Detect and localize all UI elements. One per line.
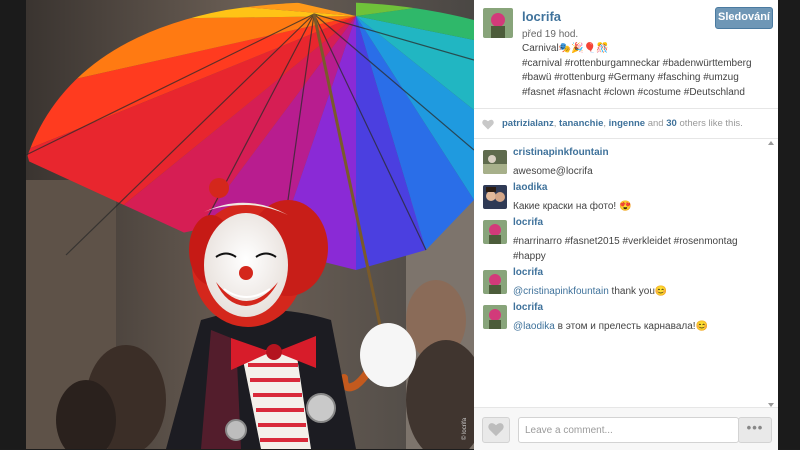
likes-count[interactable]: 30 xyxy=(666,118,677,129)
comment-text: #narrinarro #fasnet2015 #verkleidet #ros… xyxy=(513,236,738,262)
comment-mention[interactable]: @cristinapinkfountain xyxy=(513,286,609,297)
like-button[interactable] xyxy=(482,417,510,443)
comments-list: cristinapinkfountain awesome@locrifa lao… xyxy=(474,139,778,407)
post-side-panel: locrifa Sledování před 19 hod. Carnival🎭… xyxy=(474,0,778,450)
scroll-up-arrow-icon[interactable] xyxy=(768,141,774,145)
left-backdrop xyxy=(0,0,26,449)
right-backdrop xyxy=(778,0,800,449)
liker-1[interactable]: patrizialanz xyxy=(502,118,554,129)
commenter-avatar[interactable] xyxy=(483,185,507,209)
comment-username[interactable]: locrifa xyxy=(513,217,543,228)
post-photo[interactable]: © locrifa xyxy=(26,0,474,449)
comment-text: @cristinapinkfountain thank you😊 xyxy=(513,284,763,299)
author-avatar[interactable] xyxy=(483,8,513,38)
comment-input[interactable] xyxy=(518,417,739,443)
likes-text: patrizialanz, tananchie, ingenne and 30 … xyxy=(502,118,743,129)
comment-footer: ••• xyxy=(474,407,778,450)
caption-tags: #carnival #rottenburgamneckar #badenwürt… xyxy=(522,57,752,98)
comment-text: @laodika в этом и прелесть карнавала!😊 xyxy=(513,319,763,334)
comment-text: awesome@locrifa xyxy=(513,166,593,177)
post-caption: Carnival🎭🎉🎈🎊 #carnival #rottenburgamneck… xyxy=(522,42,772,100)
follow-button[interactable]: Sledování xyxy=(715,7,773,29)
likes-and: and xyxy=(647,118,664,129)
commenter-avatar[interactable] xyxy=(483,150,507,174)
comment-username[interactable]: laodika xyxy=(513,182,547,193)
author-username[interactable]: locrifa xyxy=(522,9,561,24)
post-header: locrifa Sledování před 19 hod. Carnival🎭… xyxy=(474,0,778,109)
commenter-avatar[interactable] xyxy=(483,305,507,329)
comment-text: Какие краски на фото! 😍 xyxy=(513,201,632,212)
liker-3[interactable]: ingenne xyxy=(609,118,645,129)
comment-username[interactable]: cristinapinkfountain xyxy=(513,147,609,158)
post-time: před 19 hod. xyxy=(522,29,579,40)
caption-title: Carnival🎭🎉🎈🎊 xyxy=(522,43,609,54)
comments-scrollbar[interactable] xyxy=(768,141,775,407)
photo-watermark: © locrifa xyxy=(461,417,468,440)
avatar-image xyxy=(483,8,513,38)
heart-icon xyxy=(482,117,494,135)
comment-username[interactable]: locrifa xyxy=(513,302,543,313)
commenter-avatar[interactable] xyxy=(483,270,507,294)
comment-mention[interactable]: @laodika xyxy=(513,321,555,332)
heart-icon xyxy=(488,422,504,442)
likes-row: patrizialanz, tananchie, ingenne and 30 … xyxy=(474,108,778,139)
more-options-button[interactable]: ••• xyxy=(738,417,772,443)
comment-body: thank you😊 xyxy=(608,286,668,297)
liker-2[interactable]: tananchie xyxy=(559,118,603,129)
clown-umbrella-photo: © locrifa xyxy=(26,0,474,449)
comment-body: в этом и прелесть карнавала!😊 xyxy=(554,321,709,332)
comment-username[interactable]: locrifa xyxy=(513,267,543,278)
commenter-avatar[interactable] xyxy=(483,220,507,244)
likes-suffix: others like this. xyxy=(679,118,743,129)
